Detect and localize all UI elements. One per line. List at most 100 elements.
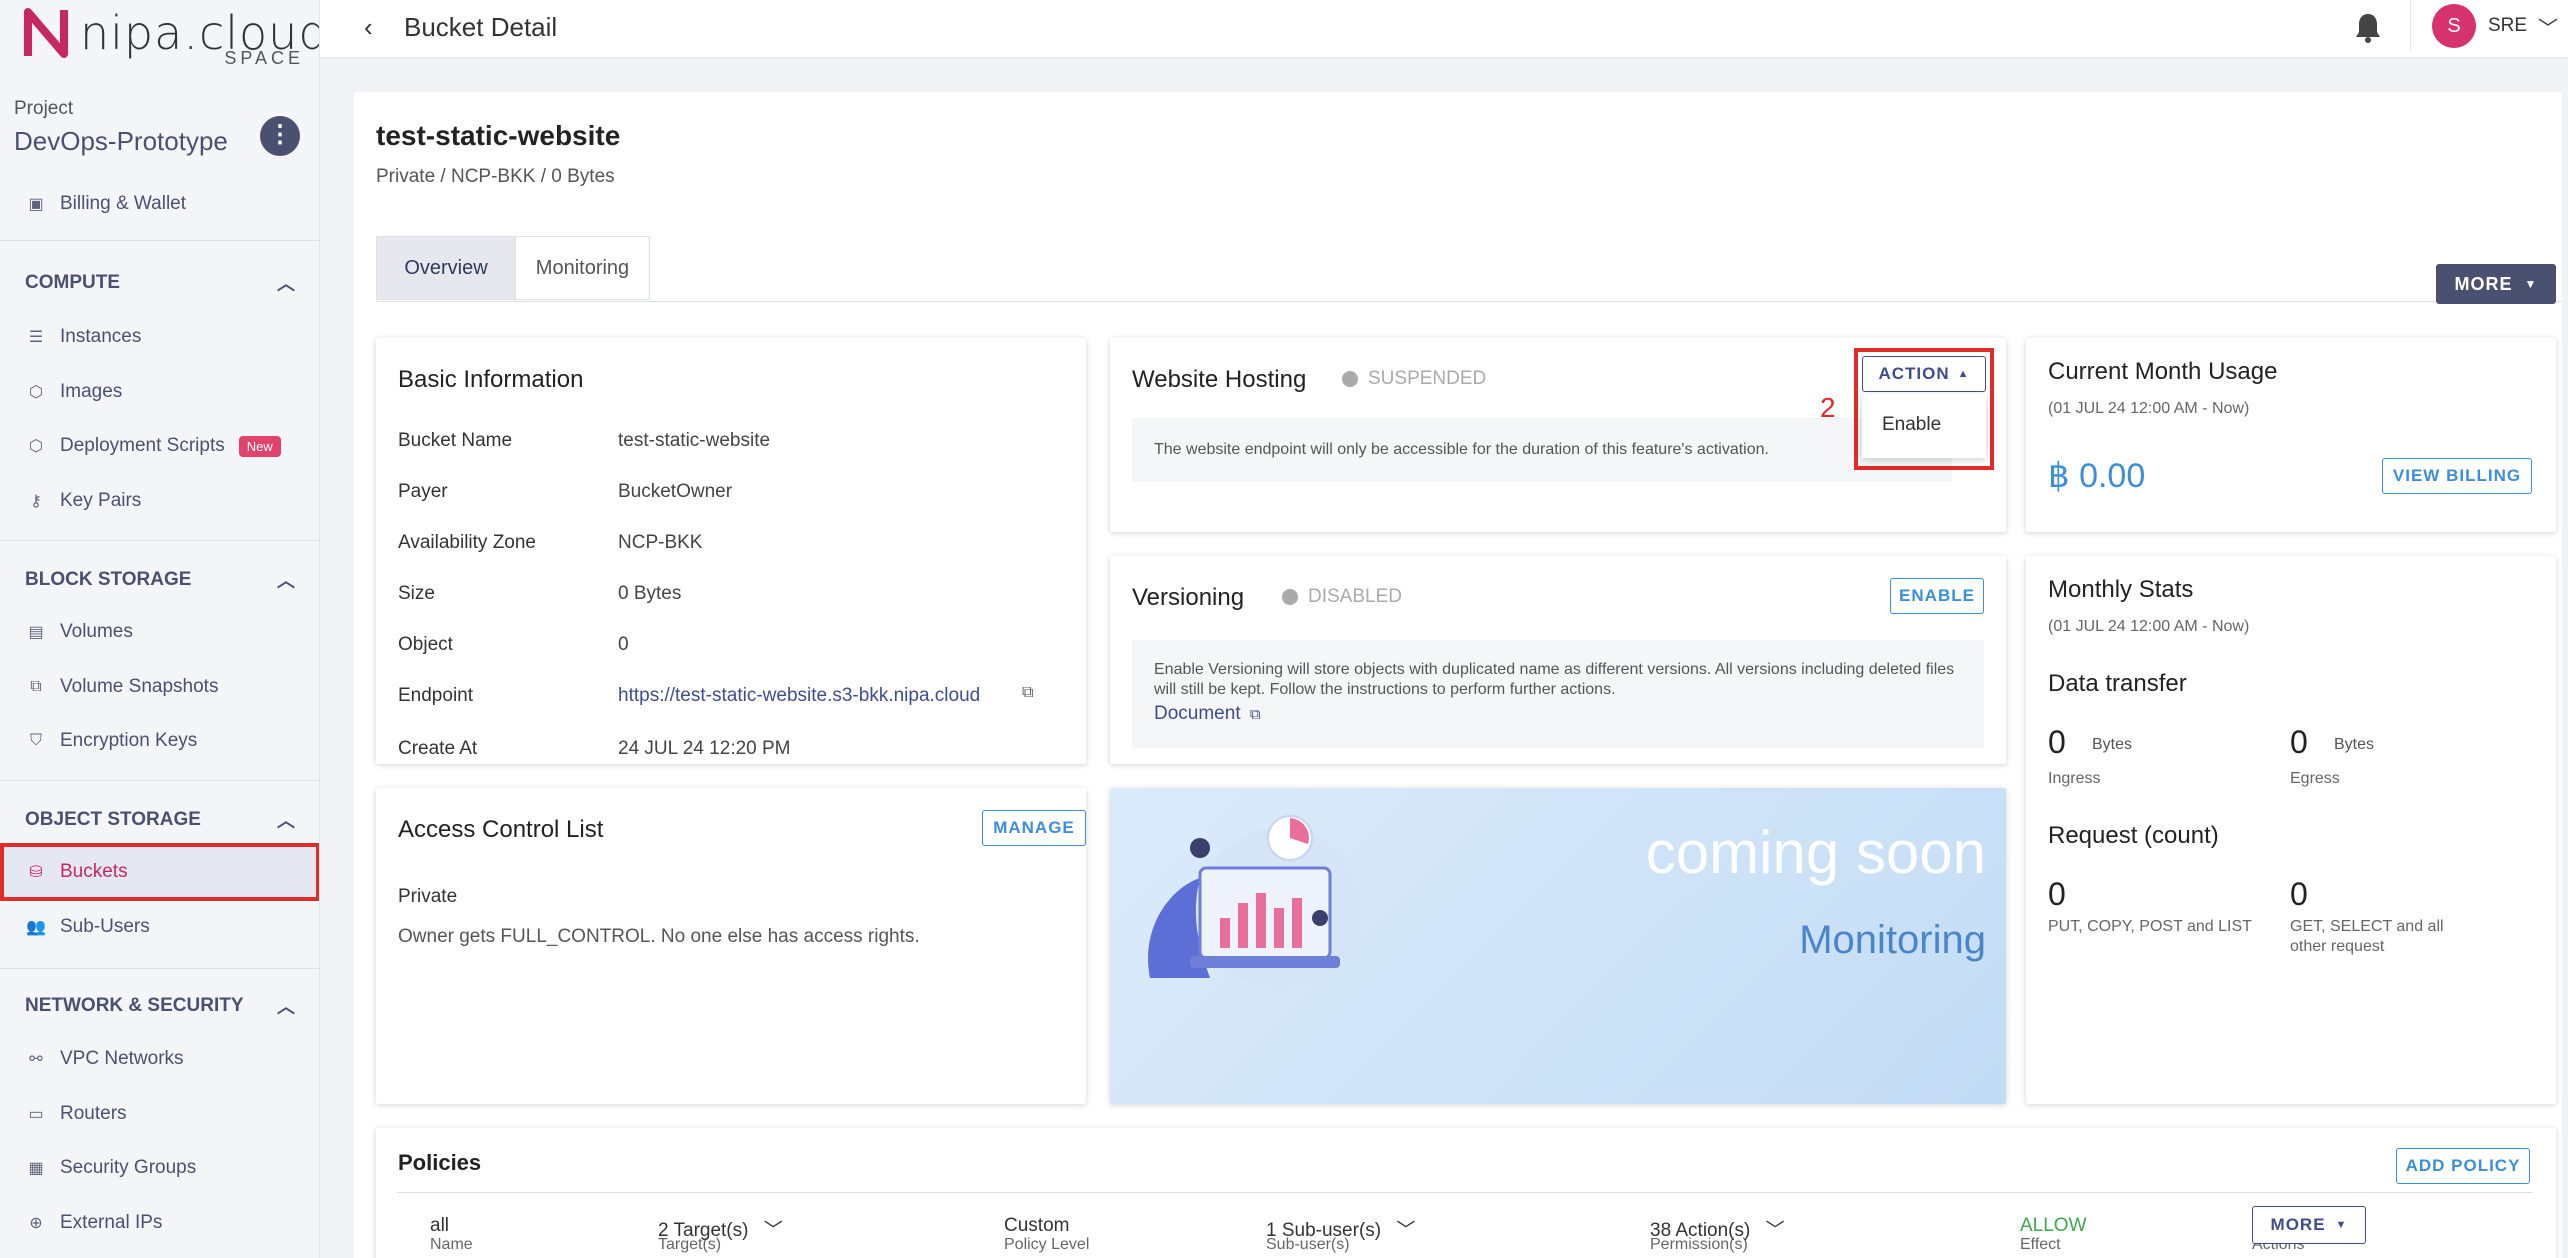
- section-compute[interactable]: COMPUTE ︿: [25, 270, 295, 296]
- subusers-text: 1 Sub-user(s): [1266, 1220, 1382, 1241]
- manage-acl-button[interactable]: MANAGE: [982, 810, 1086, 846]
- sidebar-item-buckets[interactable]: ⛁ Buckets: [0, 843, 319, 901]
- data-transfer-title: Data transfer: [2048, 670, 2187, 697]
- logo[interactable]: nipa.cloud SPACE: [24, 6, 319, 68]
- sidebar-item-encryption-keys[interactable]: ⛉ Encryption Keys: [0, 714, 319, 768]
- sidebar-item-label: Routers: [60, 1103, 127, 1124]
- sidebar-item-billing[interactable]: ▣ Billing & Wallet: [0, 177, 319, 231]
- sidebar-item-volume-snapshots[interactable]: ⧉ Volume Snapshots: [0, 660, 319, 714]
- cube-icon: ⬡: [29, 438, 43, 455]
- divider: [0, 540, 319, 541]
- card-title: Versioning: [1132, 584, 1245, 611]
- bucket-title: test-static-website: [376, 120, 621, 151]
- sidebar-item-key-pairs[interactable]: ⚷ Key Pairs: [0, 474, 319, 528]
- sidebar-item-deployment-scripts[interactable]: ⬡ Deployment Scripts New: [0, 419, 319, 473]
- usage-period: (01 JUL 24 12:00 AM - Now): [2048, 400, 2250, 417]
- shield-icon: ⛉: [29, 732, 42, 749]
- sidebar-item-label: Buckets: [60, 861, 128, 882]
- acl-card: Access Control List MANAGE Private Owner…: [376, 788, 1086, 1104]
- bucket-icon: ⛁: [29, 864, 43, 881]
- get-label-2: other request: [2290, 938, 2385, 955]
- more-button[interactable]: MORE ▼: [2436, 264, 2556, 304]
- field-value: test-static-website: [618, 430, 771, 451]
- chevron-up-icon: ︿: [277, 274, 295, 294]
- field-label: Object: [398, 634, 453, 655]
- sidebar-item-volumes[interactable]: ▤ Volumes: [0, 605, 319, 659]
- get-label: GET, SELECT and all: [2290, 918, 2444, 935]
- server-icon: ☰: [28, 329, 44, 346]
- field-label: Availability Zone: [398, 532, 537, 553]
- put-value: 0: [2048, 876, 2066, 912]
- sidebar: nipa.cloud SPACE Project DevOps-Prototyp…: [0, 0, 320, 1258]
- copy-icon[interactable]: ⧉: [1022, 684, 1033, 702]
- nipa-logo-icon: [24, 8, 68, 58]
- firewall-icon: ▦: [28, 1160, 44, 1177]
- section-title: COMPUTE: [25, 272, 120, 293]
- sidebar-item-external-ips[interactable]: ⊕ External IPs: [0, 1196, 319, 1250]
- sidebar-item-routers[interactable]: ▭ Routers: [0, 1087, 319, 1141]
- sidebar-item-sub-users[interactable]: 👥 Sub-Users: [0, 900, 319, 954]
- view-billing-button[interactable]: VIEW BILLING: [2382, 458, 2532, 494]
- sidebar-item-vpc-networks[interactable]: ⚯ VPC Networks: [0, 1032, 319, 1086]
- project-menu-button[interactable]: ⋮: [260, 116, 300, 156]
- disk-icon: ▤: [28, 624, 44, 641]
- chevron-down-icon[interactable]: ﹀: [2538, 12, 2558, 41]
- section-block-storage[interactable]: BLOCK STORAGE ︿: [25, 567, 295, 593]
- policy-more-button[interactable]: MORE ▼: [2252, 1206, 2366, 1244]
- section-title: OBJECT STORAGE: [25, 809, 201, 830]
- action-label: ACTION: [1878, 364, 1950, 383]
- status-dot-icon: [1342, 371, 1358, 387]
- policy-subusers[interactable]: 1 Sub-user(s) ﹀: [1266, 1215, 1415, 1242]
- tab-overview[interactable]: Overview: [377, 237, 515, 299]
- usage-card: Current Month Usage (01 JUL 24 12:00 AM …: [2026, 338, 2556, 532]
- tab-monitoring[interactable]: Monitoring: [515, 237, 649, 299]
- versioning-card: Versioning DISABLED ENABLE Enable Versio…: [1110, 556, 2006, 764]
- cube-icon: ⬡: [29, 384, 43, 401]
- divider: [376, 301, 2562, 302]
- sidebar-item-security-groups[interactable]: ▦ Security Groups: [0, 1141, 319, 1195]
- ip-icon: ⊕: [29, 1215, 43, 1232]
- permissions-text: 38 Action(s): [1650, 1220, 1751, 1241]
- policy-targets[interactable]: 2 Target(s) ﹀: [658, 1215, 783, 1242]
- sidebar-item-label: Security Groups: [60, 1157, 197, 1178]
- monitoring-illustration-icon: [1148, 815, 1360, 988]
- egress-unit: Bytes: [2334, 736, 2375, 753]
- sidebar-item-label: Billing & Wallet: [60, 193, 187, 214]
- sidebar-item-images[interactable]: ⬡ Images: [0, 365, 319, 419]
- policy-name: all: [430, 1215, 450, 1236]
- card-title: Current Month Usage: [2048, 358, 2278, 385]
- versioning-note-text: Enable Versioning will store objects wit…: [1154, 661, 1955, 698]
- menu-item-enable[interactable]: Enable: [1862, 394, 1986, 436]
- bell-icon[interactable]: [2354, 12, 2382, 44]
- snapshot-icon: ⧉: [30, 678, 42, 695]
- action-button[interactable]: ACTION ▲: [1862, 356, 1986, 392]
- field-value: NCP-BKK: [618, 532, 703, 553]
- card-title: Basic Information: [398, 366, 584, 393]
- sidebar-item-label: Sub-Users: [60, 916, 150, 937]
- coming-soon-text: coming soon: [1645, 819, 1986, 886]
- column-header: Effect: [2020, 1236, 2061, 1253]
- more-label: MORE: [2454, 273, 2513, 294]
- add-policy-button[interactable]: ADD POLICY: [2396, 1148, 2530, 1184]
- avatar[interactable]: S: [2432, 4, 2476, 48]
- status-dot-icon: [1282, 589, 1298, 605]
- project-label: Project: [14, 98, 74, 119]
- enable-versioning-button[interactable]: ENABLE: [1890, 578, 1984, 614]
- card-title: Monthly Stats: [2048, 576, 2194, 603]
- section-object-storage[interactable]: OBJECT STORAGE ︿: [25, 807, 295, 833]
- endpoint-link[interactable]: https://test-static-website.s3-bkk.nipa.…: [618, 685, 980, 707]
- project-name[interactable]: DevOps-Prototype: [14, 126, 228, 157]
- column-header: Policy Level: [1004, 1236, 1090, 1253]
- sidebar-item-instances[interactable]: ☰ Instances: [0, 310, 319, 364]
- chevron-up-icon: ︿: [277, 811, 295, 831]
- caret-down-icon: ▼: [2335, 1219, 2348, 1231]
- policy-permissions[interactable]: 38 Action(s) ﹀: [1650, 1215, 1785, 1242]
- section-network-security[interactable]: NETWORK & SECURITY ︿: [25, 993, 295, 1019]
- brand-sub: SPACE: [224, 48, 304, 68]
- ingress-unit: Bytes: [2092, 736, 2133, 753]
- user-name[interactable]: SRE: [2488, 15, 2527, 37]
- column-header: Name: [430, 1236, 473, 1253]
- stats-period: (01 JUL 24 12:00 AM - Now): [2048, 618, 2250, 635]
- document-link[interactable]: Document ⧉: [1154, 704, 1962, 725]
- back-chevron-icon[interactable]: ‹: [364, 12, 373, 43]
